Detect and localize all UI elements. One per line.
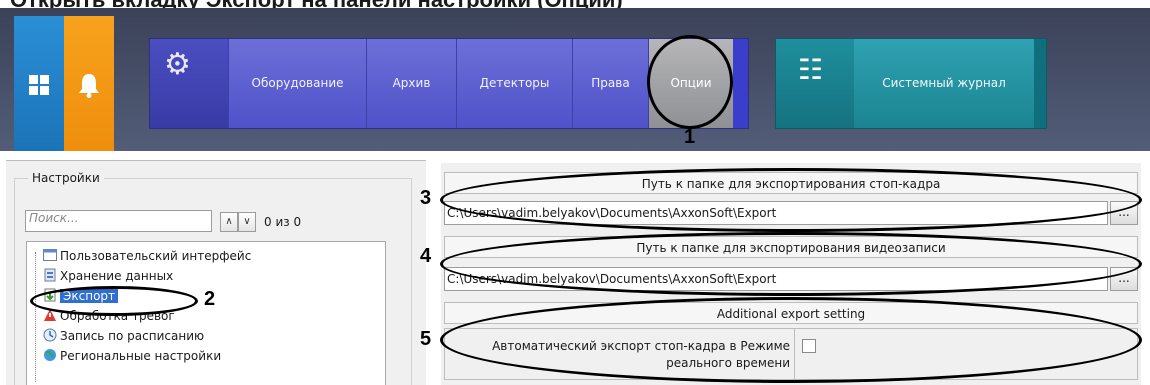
bell-icon: [64, 70, 114, 105]
alarms-tile[interactable]: [64, 16, 114, 151]
settings-title: Настройки: [28, 171, 104, 185]
search-input[interactable]: Поиск...: [25, 210, 212, 232]
search-result-count: 0 из 0: [264, 215, 302, 229]
annotation-number-2: 2: [204, 288, 216, 310]
journal-icon: ☷: [798, 53, 824, 86]
system-journal-label: Системный журнал: [882, 76, 1006, 90]
main-toolbar: ⚙ Оборудование Архив Детекторы Права Опц…: [0, 8, 1150, 151]
schedule-icon: [43, 328, 57, 342]
storage-icon: [43, 268, 57, 282]
search-prev-button[interactable]: ∧: [220, 212, 238, 232]
globe-icon: [43, 348, 57, 362]
windows-tile[interactable]: [14, 16, 64, 151]
annotation-oval-additional: [440, 297, 1142, 383]
annotation-number-5: 5: [420, 328, 432, 350]
tab-detectors[interactable]: Детекторы: [456, 39, 572, 128]
tab-equipment[interactable]: Оборудование: [228, 39, 366, 128]
annotation-oval-options: [647, 35, 733, 129]
settings-gear-tile[interactable]: ⚙: [150, 39, 228, 128]
annotation-oval-export: [30, 286, 198, 316]
system-journal-block[interactable]: ☷ Системный журнал: [775, 38, 1047, 129]
annotation-number-1: 1: [684, 126, 696, 148]
tree-item-scheduled-recording[interactable]: Запись по расписанию: [43, 327, 204, 346]
journal-icon-tile: ☷: [776, 39, 854, 128]
tab-rights[interactable]: Права: [572, 39, 648, 128]
annotation-oval-snapshot: [440, 168, 1142, 232]
annotation-number-3: 3: [420, 187, 432, 209]
tree-item-user-interface[interactable]: Пользовательский интерфейс: [43, 247, 251, 266]
window-icon: [43, 248, 57, 262]
journal-edge: [1034, 39, 1046, 128]
annotation-oval-video: [440, 232, 1142, 296]
nav-bar-edge: [733, 39, 748, 128]
gear-icon: ⚙: [164, 47, 191, 82]
annotation-number-4: 4: [420, 245, 432, 267]
tree-item-regional-settings[interactable]: Региональные настройки: [43, 347, 221, 366]
tree-item-data-storage[interactable]: Хранение данных: [43, 267, 173, 286]
windows-grid-icon: [14, 70, 64, 103]
search-next-button[interactable]: ∨: [238, 212, 256, 232]
tab-archive[interactable]: Архив: [366, 39, 456, 128]
